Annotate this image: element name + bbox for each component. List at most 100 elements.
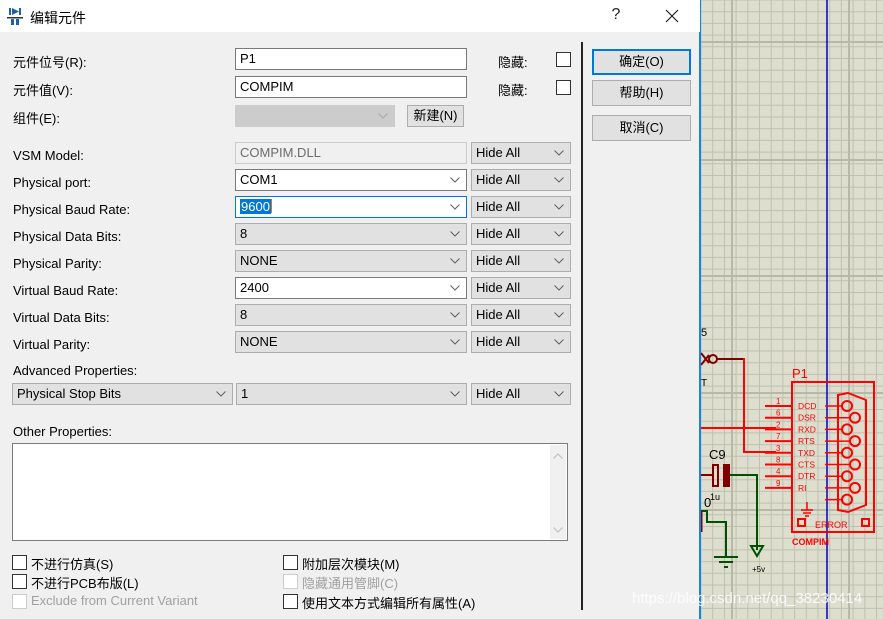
property-visibility-select[interactable]: Hide All (471, 250, 571, 272)
property-value-select[interactable]: 8 (235, 223, 467, 245)
part-value-input[interactable]: COMPIM (235, 76, 467, 98)
property-label: Virtual Data Bits: (13, 310, 110, 325)
chevron-down-icon (450, 231, 460, 237)
property-value: 9600 (240, 199, 272, 214)
property-label: Virtual Parity: (13, 337, 91, 352)
chevron-down-icon (554, 391, 564, 397)
option-checkbox[interactable] (12, 555, 27, 570)
chevron-down-icon (450, 312, 460, 318)
other-properties-label: Other Properties: (13, 424, 112, 439)
cancel-button[interactable]: 取消(C) (592, 115, 691, 141)
property-visibility-select[interactable]: Hide All (471, 304, 571, 326)
chevron-down-icon (554, 231, 564, 237)
schematic-canvas[interactable]: 5 T P1 COMPIM 1 DCD 6 DSR 2 RXD 7 RTS 3 TXD 8 CTS 4 DTR 9 R… (701, 0, 883, 619)
option-checkbox[interactable] (283, 555, 298, 570)
schematic-drawing: 5 T P1 COMPIM 1 DCD 6 DSR 2 RXD 7 RTS 3 TXD 8 CTS 4 DTR 9 R… (701, 0, 883, 619)
option-label: 使用文本方式编辑所有属性(A) (302, 596, 476, 611)
property-value-select[interactable]: NONE (235, 250, 467, 272)
help-button[interactable]: 帮助(H) (592, 80, 691, 106)
other-properties-textarea[interactable] (12, 443, 568, 541)
component-name: COMPIM (792, 537, 829, 547)
pin-number: 6 (776, 409, 781, 418)
new-element-button[interactable]: 新建(N) (407, 105, 464, 127)
chevron-down-icon (554, 177, 564, 183)
hide-reference-checkbox[interactable] (556, 52, 571, 67)
property-visibility-select[interactable]: Hide All (471, 277, 571, 299)
capacitor-plate-polarized (723, 464, 730, 487)
component-icon (7, 8, 23, 25)
property-visibility-select[interactable]: Hide All (471, 169, 571, 191)
property-value: COM1 (240, 172, 278, 187)
ok-button[interactable]: 确定(O) (592, 49, 691, 75)
property-value-readonly: COMPIM.DLL (235, 142, 467, 164)
scroll-down-icon[interactable] (553, 527, 563, 533)
property-value: NONE (240, 253, 278, 268)
option-label: Exclude from Current Variant (31, 593, 198, 608)
pin-name: DSR (798, 413, 816, 423)
watermark: https://blog.csdn.net/qq_38230414 (632, 590, 863, 607)
property-value: 2400 (240, 280, 269, 295)
pin-number: 9 (776, 479, 781, 488)
option-label: 不进行PCB布版(L) (31, 576, 139, 591)
chevron-down-icon (554, 312, 564, 318)
error-indicator-right (861, 518, 870, 527)
advanced-visibility-select[interactable]: Hide All (471, 383, 571, 405)
visibility-value: Hide All (476, 307, 521, 322)
property-value: 8 (240, 307, 248, 322)
property-value-select[interactable]: 2400 (235, 277, 467, 299)
pin-number: 8 (776, 456, 781, 465)
vertical-scrollbar[interactable] (550, 445, 566, 539)
property-visibility-select[interactable]: Hide All (471, 196, 571, 218)
chevron-down-icon (450, 391, 460, 397)
label-fragment: T (701, 378, 707, 389)
element-select[interactable] (235, 105, 395, 127)
pin-name: RXD (798, 424, 816, 434)
property-label: Physical Baud Rate: (13, 202, 131, 217)
chevron-down-icon (554, 150, 564, 156)
chevron-down-icon (554, 339, 564, 345)
property-value: NONE (240, 334, 278, 349)
edit-component-dialog: 编辑元件 ? 元件位号(R): P1 隐藏: 元件值(V): COMPIM 隐藏… (0, 0, 701, 619)
visibility-value: Hide All (476, 226, 521, 241)
property-visibility-select[interactable]: Hide All (471, 142, 571, 164)
close-icon[interactable] (660, 4, 684, 28)
part-reference-input[interactable]: P1 (235, 48, 467, 70)
window-title: 编辑元件 (30, 10, 86, 26)
option-label: 附加层次模块(M) (302, 557, 400, 572)
part-value-label: 元件值(V): (13, 83, 73, 98)
label-fragment: 5 (701, 327, 707, 339)
property-label: Physical port: (13, 175, 92, 190)
option-checkbox[interactable] (12, 574, 27, 589)
advanced-value-select[interactable]: 1 (236, 383, 467, 405)
pin-number: 7 (776, 432, 781, 441)
visibility-value: Hide All (476, 172, 521, 187)
pin-number: 4 (776, 467, 781, 476)
advanced-property-select[interactable]: Physical Stop Bits (12, 383, 233, 405)
advanced-value: 1 (241, 386, 249, 401)
option-checkbox (12, 594, 27, 609)
scroll-up-icon[interactable] (553, 453, 563, 459)
help-title-button[interactable]: ? (606, 6, 626, 24)
property-value-select[interactable]: COM1 (235, 169, 467, 191)
option-checkbox[interactable] (283, 594, 298, 609)
visibility-value: Hide All (476, 280, 521, 295)
title-bar: 编辑元件 ? (0, 0, 700, 32)
property-label: Virtual Baud Rate: (13, 283, 119, 298)
property-value-select[interactable]: 8 (235, 304, 467, 326)
property-label: Physical Parity: (13, 256, 102, 271)
property-visibility-select[interactable]: Hide All (471, 331, 571, 353)
vertical-separator (581, 42, 583, 610)
hide-value-checkbox[interactable] (556, 80, 571, 95)
chevron-down-icon (378, 113, 388, 119)
chevron-down-icon (554, 258, 564, 264)
capacitor-ref: C9 (709, 447, 726, 462)
property-visibility-select[interactable]: Hide All (471, 223, 571, 245)
label-fragment: 0 (704, 495, 711, 510)
advanced-properties-label: Advanced Properties: (13, 363, 138, 378)
error-indicator-left (797, 518, 806, 527)
error-label: ERROR (815, 520, 848, 530)
property-value-select[interactable]: 9600 (235, 196, 467, 218)
option-checkbox (283, 574, 298, 589)
advanced-visibility-value: Hide All (476, 386, 521, 401)
property-value-select[interactable]: NONE (235, 331, 467, 353)
